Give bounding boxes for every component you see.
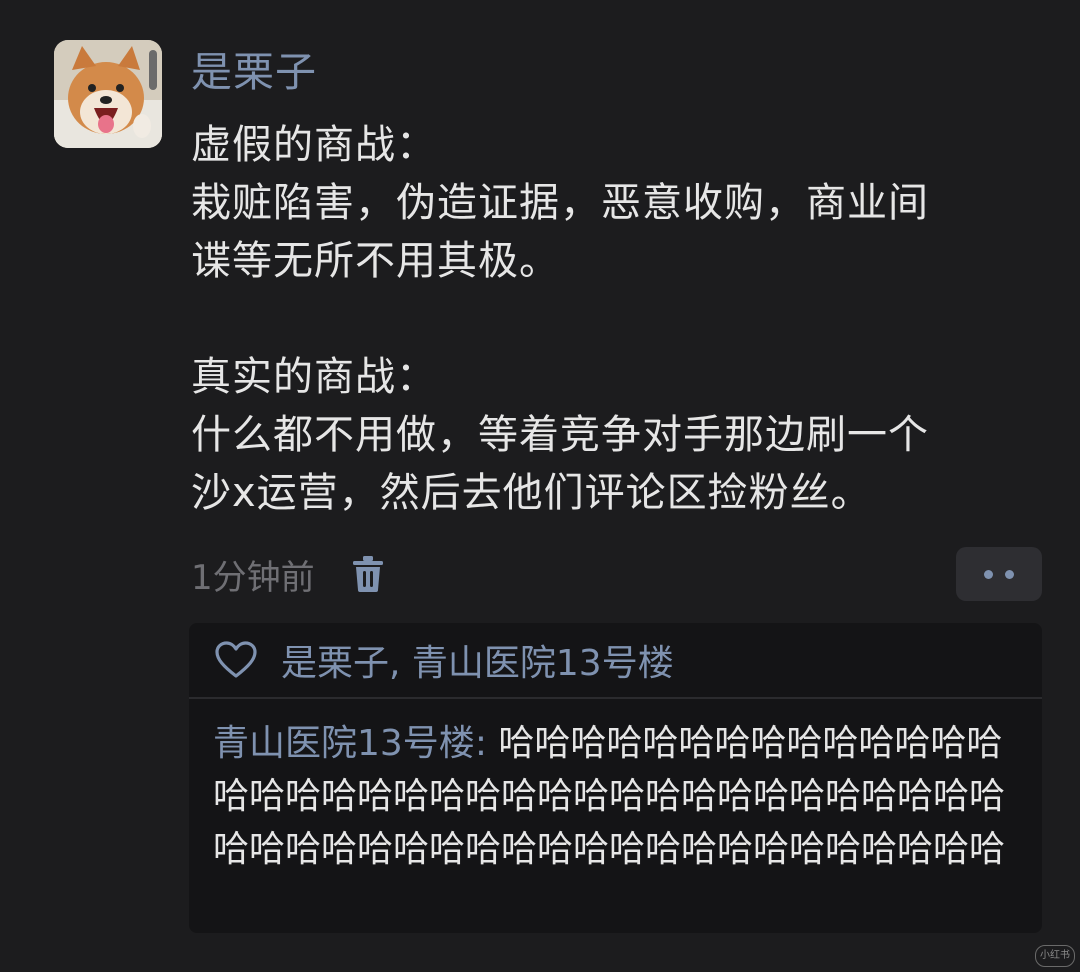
- content-line: 什么都不用做，等着竞争对手那边刷一个: [191, 412, 929, 458]
- moment-post: 是栗子 虚假的商战： 栽赃陷害，伪造证据，恶意收购，商业间 谍等无所不用其极。 …: [0, 0, 1080, 972]
- content-line: 真实的商战：: [191, 354, 437, 400]
- content-line: 栽赃陷害，伪造证据，恶意收购，商业间: [191, 180, 929, 226]
- watermark-logo: 小红书: [1035, 945, 1075, 967]
- comment-separator: :: [474, 723, 499, 764]
- more-dots-icon: [1005, 569, 1014, 579]
- post-content: 虚假的商战： 栽赃陷害，伪造证据，恶意收购，商业间 谍等无所不用其极。 真实的商…: [191, 116, 1051, 522]
- heart-outline-icon[interactable]: [215, 640, 259, 680]
- content-line: 虚假的商战：: [191, 122, 437, 168]
- more-options-button[interactable]: [956, 547, 1042, 601]
- comment-item[interactable]: 青山医院13号楼: 哈哈哈哈哈哈哈哈哈哈哈哈哈哈哈哈哈哈哈哈哈哈哈哈哈哈哈哈哈哈…: [189, 699, 1042, 876]
- post-timestamp: 1分钟前: [191, 557, 315, 598]
- interaction-box: 是栗子, 青山医院13号楼 青山医院13号楼: 哈哈哈哈哈哈哈哈哈哈哈哈哈哈哈哈…: [189, 623, 1042, 933]
- post-author-name[interactable]: 是栗子: [191, 44, 317, 100]
- likes-row: 是栗子, 青山医院13号楼: [189, 623, 1042, 699]
- content-line: 谍等无所不用其极。: [191, 238, 560, 284]
- more-dots-icon: [984, 569, 993, 579]
- content-line: 沙x运营，然后去他们评论区捡粉丝。: [191, 470, 872, 516]
- avatar[interactable]: [54, 40, 162, 148]
- likes-names[interactable]: 是栗子, 青山医院13号楼: [281, 634, 674, 686]
- content-blank-line: [191, 290, 1051, 348]
- shiba-dog-avatar-image: [54, 40, 162, 148]
- trash-icon[interactable]: [351, 554, 385, 594]
- comment-author[interactable]: 青山医院13号楼: [213, 723, 475, 764]
- post-meta: 1分钟前: [191, 548, 385, 600]
